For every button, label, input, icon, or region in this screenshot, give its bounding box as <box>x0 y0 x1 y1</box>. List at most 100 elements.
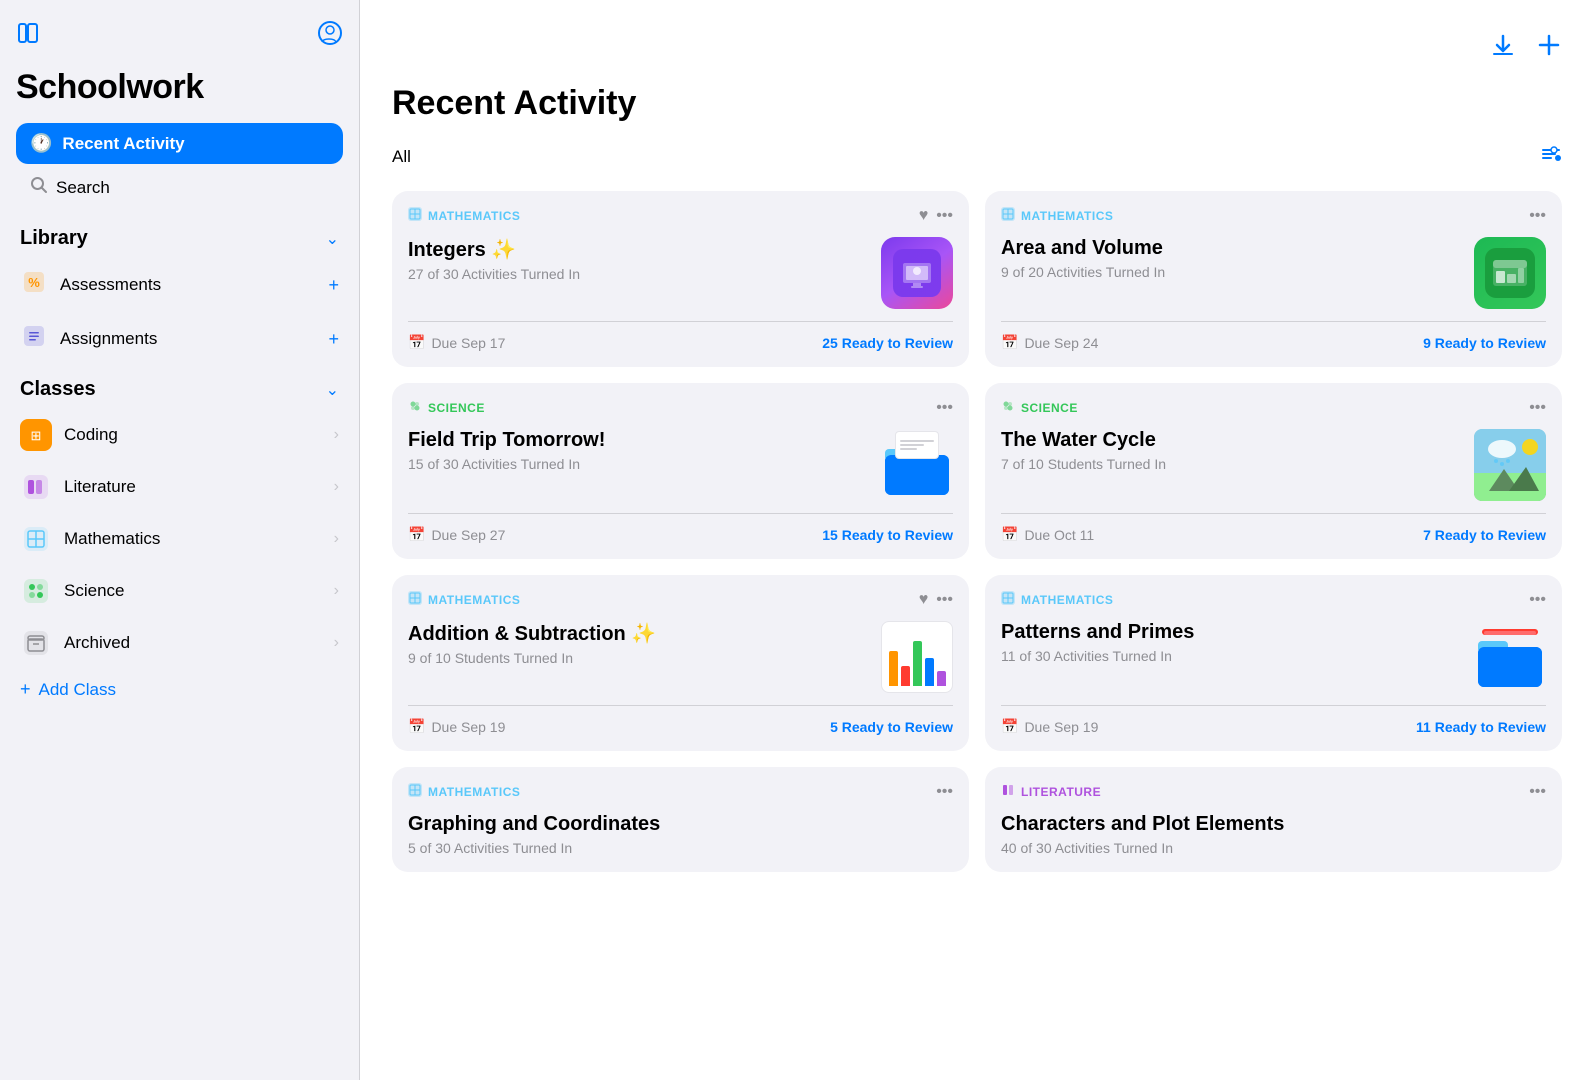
library-title: Library <box>20 227 88 250</box>
math-subject-icon-7 <box>408 783 422 800</box>
main-content: Recent Activity All <box>360 0 1594 1080</box>
add-class-plus-icon: + <box>20 679 31 700</box>
sidebar-item-recent-activity[interactable]: 🕐 Recent Activity <box>16 123 343 164</box>
due-icon-6: 📅 <box>1001 718 1018 735</box>
main-top-bar <box>392 32 1562 64</box>
due-icon-2: 📅 <box>1001 334 1018 351</box>
card-thumbnail-6 <box>1474 621 1546 693</box>
subject-label-5: MATHEMATICS <box>428 593 520 607</box>
add-content-icon[interactable] <box>1536 32 1562 64</box>
card-water-cycle[interactable]: SCIENCE ••• The Water Cycle 7 of 10 Stud… <box>985 383 1562 559</box>
card-title-2: Area and Volume <box>1001 237 1474 260</box>
add-class-button[interactable]: + Add Class <box>16 669 343 710</box>
sidebar-search[interactable]: Search <box>16 168 343 207</box>
due-date-1: Due Sep 17 <box>431 335 505 351</box>
mathematics-chevron-icon: › <box>334 530 339 548</box>
card-integers[interactable]: MATHEMATICS ♥ ••• Integers ✨ 27 of 30 Ac… <box>392 191 969 367</box>
subject-label-8: LITERATURE <box>1021 785 1101 799</box>
card-subtitle-7: 5 of 30 Activities Turned In <box>408 840 953 856</box>
user-icon[interactable] <box>317 20 343 52</box>
card-graphing-coordinates[interactable]: MATHEMATICS ••• Graphing and Coordinates… <box>392 767 969 872</box>
more-icon-3[interactable]: ••• <box>936 399 953 417</box>
card-title-4: The Water Cycle <box>1001 429 1474 452</box>
classes-chevron-icon[interactable]: ⌄ <box>326 380 339 400</box>
card-title-3: Field Trip Tomorrow! <box>408 429 881 452</box>
more-icon-4[interactable]: ••• <box>1529 399 1546 417</box>
due-date-6: Due Sep 19 <box>1024 719 1098 735</box>
filter-all-label[interactable]: All <box>392 147 411 167</box>
archived-class-icon <box>20 627 52 659</box>
card-thumbnail-5 <box>881 621 953 693</box>
sidebar-item-literature[interactable]: Literature › <box>16 461 343 513</box>
assessments-label: Assessments <box>60 275 161 295</box>
card-title-1: Integers ✨ <box>408 237 881 262</box>
sidebar-top-bar <box>16 20 343 52</box>
archived-chevron-icon: › <box>334 634 339 652</box>
search-label: Search <box>56 178 110 198</box>
review-label-1[interactable]: 25 Ready to Review <box>822 335 953 351</box>
sidebar-item-coding[interactable]: ⊞ Coding › <box>16 409 343 461</box>
more-icon-1[interactable]: ••• <box>936 207 953 225</box>
subject-label-1: MATHEMATICS <box>428 209 520 223</box>
review-label-5[interactable]: 5 Ready to Review <box>830 719 953 735</box>
card-title-5: Addition & Subtraction ✨ <box>408 621 881 646</box>
due-date-2: Due Sep 24 <box>1024 335 1098 351</box>
card-field-trip[interactable]: SCIENCE ••• Field Trip Tomorrow! 15 of 3… <box>392 383 969 559</box>
card-thumbnail-3 <box>881 429 953 501</box>
literature-class-icon <box>20 471 52 503</box>
more-icon-7[interactable]: ••• <box>936 783 953 801</box>
coding-class-icon: ⊞ <box>20 419 52 451</box>
mathematics-label: Mathematics <box>64 529 160 549</box>
library-chevron-icon[interactable]: ⌄ <box>326 229 339 249</box>
review-label-3[interactable]: 15 Ready to Review <box>822 527 953 543</box>
subject-label-6: MATHEMATICS <box>1021 593 1113 607</box>
heart-icon-5[interactable]: ♥ <box>919 591 929 609</box>
classes-title: Classes <box>20 378 96 401</box>
literature-chevron-icon: › <box>334 478 339 496</box>
sidebar-item-archived[interactable]: Archived › <box>16 617 343 669</box>
review-label-2[interactable]: 9 Ready to Review <box>1423 335 1546 351</box>
math-subject-icon-5 <box>408 591 422 608</box>
mathematics-class-icon <box>20 523 52 555</box>
assessments-add-icon[interactable]: + <box>328 275 339 296</box>
svg-text:⊞: ⊞ <box>31 428 42 443</box>
card-patterns-primes[interactable]: MATHEMATICS ••• Patterns and Primes 11 o… <box>985 575 1562 751</box>
sidebar-item-assignments[interactable]: Assignments + <box>16 312 343 366</box>
assignments-add-icon[interactable]: + <box>328 329 339 350</box>
science-class-icon <box>20 575 52 607</box>
search-icon <box>30 176 48 199</box>
app-title: Schoolwork <box>16 68 343 107</box>
recent-activity-label: Recent Activity <box>62 134 184 154</box>
card-subtitle-1: 27 of 30 Activities Turned In <box>408 266 881 282</box>
more-icon-2[interactable]: ••• <box>1529 207 1546 225</box>
page-title: Recent Activity <box>392 84 1562 123</box>
review-label-4[interactable]: 7 Ready to Review <box>1423 527 1546 543</box>
subject-label-7: MATHEMATICS <box>428 785 520 799</box>
card-area-volume[interactable]: MATHEMATICS ••• Area and Volume 9 of 20 … <box>985 191 1562 367</box>
sidebar-item-assessments[interactable]: % Assessments + <box>16 258 343 312</box>
card-addition-subtraction[interactable]: MATHEMATICS ♥ ••• Addition & Subtraction… <box>392 575 969 751</box>
card-thumbnail-4 <box>1474 429 1546 501</box>
subject-label-3: SCIENCE <box>428 401 485 415</box>
more-icon-5[interactable]: ••• <box>936 591 953 609</box>
sidebar-item-mathematics[interactable]: Mathematics › <box>16 513 343 565</box>
card-subtitle-6: 11 of 30 Activities Turned In <box>1001 648 1474 664</box>
download-icon[interactable] <box>1490 32 1516 64</box>
card-thumbnail-1 <box>881 237 953 309</box>
more-icon-8[interactable]: ••• <box>1529 783 1546 801</box>
heart-icon-1[interactable]: ♥ <box>919 207 929 225</box>
filter-icon[interactable] <box>1540 143 1562 171</box>
card-title-8: Characters and Plot Elements <box>1001 813 1546 836</box>
card-characters-plot[interactable]: LITERATURE ••• Characters and Plot Eleme… <box>985 767 1562 872</box>
review-label-6[interactable]: 11 Ready to Review <box>1416 719 1546 735</box>
card-subtitle-8: 40 of 30 Activities Turned In <box>1001 840 1546 856</box>
collapse-sidebar-icon[interactable] <box>16 21 40 51</box>
filter-bar: All <box>392 143 1562 171</box>
subject-label-2: MATHEMATICS <box>1021 209 1113 223</box>
science-label: Science <box>64 581 124 601</box>
subject-label-4: SCIENCE <box>1021 401 1078 415</box>
more-icon-6[interactable]: ••• <box>1529 591 1546 609</box>
due-icon-3: 📅 <box>408 526 425 543</box>
sidebar-item-science[interactable]: Science › <box>16 565 343 617</box>
card-title-6: Patterns and Primes <box>1001 621 1474 644</box>
